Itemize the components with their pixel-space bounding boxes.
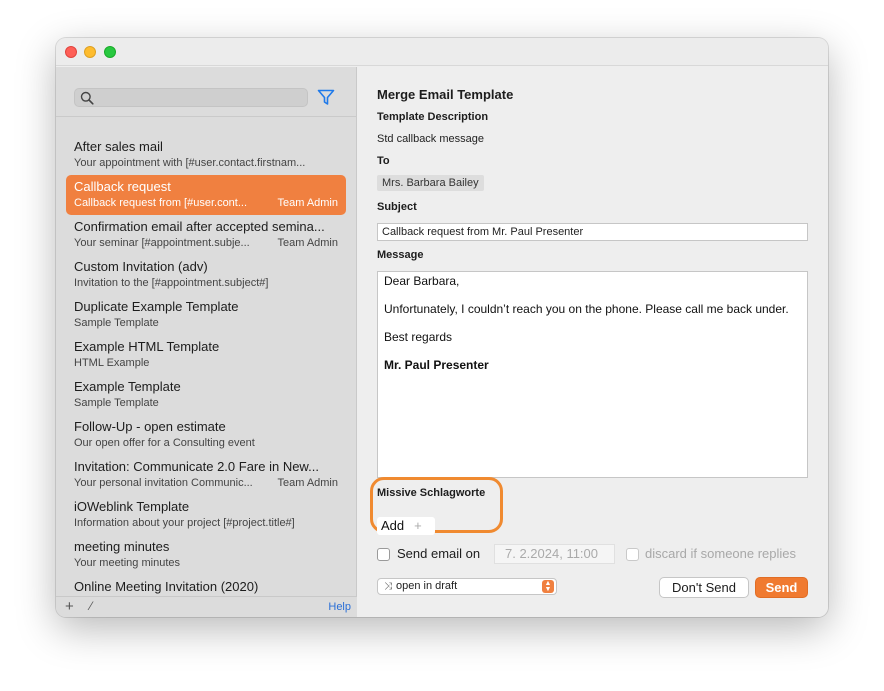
template-list-item[interactable]: iOWeblink Template Information about your…	[66, 495, 346, 535]
template-description: Callback request from [#user.cont...	[74, 197, 248, 209]
template-description-label: Template Description	[377, 111, 489, 123]
message-signature: Mr. Paul Presenter	[384, 358, 489, 372]
template-description: Our open offer for a Consulting event	[74, 437, 255, 449]
template-title: Custom Invitation (adv)	[74, 259, 208, 274]
sidebar: After sales mail Your appointment with [#…	[56, 67, 357, 617]
filter-icon[interactable]	[317, 89, 335, 106]
draft-mode-value: open in draft	[396, 580, 458, 592]
template-list-item[interactable]: Invitation: Communicate 2.0 Fare in New.…	[66, 455, 346, 495]
template-subtitle: Sample Template	[74, 315, 338, 331]
help-link[interactable]: Help	[328, 601, 351, 613]
template-description: Sample Template	[74, 317, 159, 329]
add-tag-field[interactable]: Add +	[377, 517, 435, 535]
template-subtitle: Invitation to the [#appointment.subject#…	[74, 275, 338, 291]
discard-checkbox[interactable]	[626, 548, 639, 561]
template-list-item[interactable]: Custom Invitation (adv) Invitation to the…	[66, 255, 346, 295]
template-title: Invitation: Communicate 2.0 Fare in New.…	[74, 459, 319, 474]
template-subtitle: Your appointment with [#user.contact.fir…	[74, 155, 338, 171]
template-title: meeting minutes	[74, 539, 170, 554]
template-list-item[interactable]: Example HTML Template HTML Example	[66, 335, 346, 375]
discard-label: discard if someone replies	[645, 546, 797, 561]
template-title: iOWeblink Template	[74, 499, 190, 514]
template-description: Your meeting minutes	[74, 557, 180, 569]
template-title: Confirmation email after accepted semina…	[74, 219, 325, 234]
send-email-on-checkbox[interactable]	[377, 548, 390, 561]
search-input[interactable]	[74, 88, 308, 107]
sidebar-footer: + ⁄ Help	[56, 596, 357, 617]
search-icon	[80, 91, 94, 105]
template-subtitle: Callback request from [#user.cont... Team…	[74, 195, 338, 211]
tags-label: Missive Schlagworte	[377, 487, 486, 499]
sidebar-divider	[56, 116, 357, 117]
template-subtitle: Your seminar [#appointment.subje... Team …	[74, 235, 338, 251]
to-label: To	[377, 155, 390, 167]
template-description: Invitation to the [#appointment.subject#…	[74, 277, 269, 289]
template-title: Example HTML Template	[74, 339, 220, 354]
subject-input[interactable]: Callback request from Mr. Paul Presenter	[377, 223, 808, 241]
message-label: Message	[377, 249, 424, 261]
template-list-item[interactable]: Example Template Sample Template	[66, 375, 346, 415]
plus-icon[interactable]: +	[414, 518, 422, 533]
template-list-item[interactable]: Follow-Up - open estimate Our open offer …	[66, 415, 346, 455]
template-list-item[interactable]: meeting minutes Your meeting minutes	[66, 535, 346, 575]
template-title: After sales mail	[74, 139, 163, 154]
template-list-item[interactable]: Confirmation email after accepted semina…	[66, 215, 346, 255]
zoom-window-button[interactable]	[104, 46, 116, 58]
template-subtitle: Information about your project [#project…	[74, 515, 338, 531]
send-email-on-label: Send email on	[397, 546, 481, 561]
template-title: Duplicate Example Template	[74, 299, 239, 314]
merge-icon: ⤨	[384, 581, 392, 592]
subject-label: Subject	[377, 201, 417, 213]
template-list-item[interactable]: After sales mail Your appointment with [#…	[66, 135, 346, 175]
title-bar	[56, 38, 828, 66]
template-subtitle: Sample Template	[74, 395, 338, 411]
template-description: Your appointment with [#user.contact.fir…	[74, 157, 306, 169]
close-window-button[interactable]	[65, 46, 77, 58]
page-title: Merge Email Template	[377, 87, 514, 102]
message-closing: Best regards	[384, 330, 453, 344]
draft-mode-select[interactable]: ⤨ open in draft ▲ ▼	[377, 578, 557, 595]
template-list-item[interactable]: Duplicate Example Template Sample Templat…	[66, 295, 346, 335]
template-owner: Team Admin	[277, 477, 338, 489]
template-title: Example Template	[74, 379, 181, 394]
minimize-window-button[interactable]	[84, 46, 96, 58]
template-subtitle: Your meeting minutes	[74, 555, 338, 571]
template-title: Follow-Up - open estimate	[74, 419, 226, 434]
app-window: After sales mail Your appointment with [#…	[56, 38, 828, 617]
template-list: After sales mail Your appointment with [#…	[66, 135, 346, 597]
template-title: Callback request	[74, 179, 171, 194]
message-editor[interactable]: Dear Barbara, Unfortunately, I couldn’t …	[377, 271, 808, 478]
template-description: Your seminar [#appointment.subje...	[74, 237, 250, 249]
detail-panel: Merge Email Template Template Descriptio…	[358, 67, 828, 617]
message-greeting: Dear Barbara,	[384, 274, 460, 288]
chevron-updown-icon: ▲ ▼	[542, 580, 554, 593]
template-description: Sample Template	[74, 397, 159, 409]
template-subtitle: HTML Example	[74, 355, 338, 371]
dont-send-button[interactable]: Don't Send	[659, 577, 749, 598]
template-list-item[interactable]: Callback request Callback request from [#…	[66, 175, 346, 215]
template-list-item[interactable]: Online Meeting Invitation (2020)	[66, 575, 346, 597]
template-description-value: Std callback message	[377, 133, 484, 145]
template-owner: Team Admin	[277, 197, 338, 209]
add-template-button[interactable]: +	[65, 598, 74, 615]
template-description: Your personal invitation Communic...	[74, 477, 253, 489]
template-subtitle: Your personal invitation Communic... Team…	[74, 475, 338, 491]
template-subtitle: Our open offer for a Consulting event	[74, 435, 338, 451]
send-button[interactable]: Send	[755, 577, 808, 598]
add-tag-label: Add	[381, 518, 405, 533]
template-description: HTML Example	[74, 357, 150, 369]
template-title: Online Meeting Invitation (2020)	[74, 579, 259, 594]
template-owner: Team Admin	[277, 237, 338, 249]
template-description: Information about your project [#project…	[74, 517, 295, 529]
message-body: Unfortunately, I couldn’t reach you on t…	[384, 302, 789, 316]
edit-template-button[interactable]: ⁄	[90, 599, 92, 613]
recipient-chip[interactable]: Mrs. Barbara Bailey	[377, 175, 484, 191]
send-date-field[interactable]: 7. 2.2024, 11:00	[494, 544, 615, 564]
